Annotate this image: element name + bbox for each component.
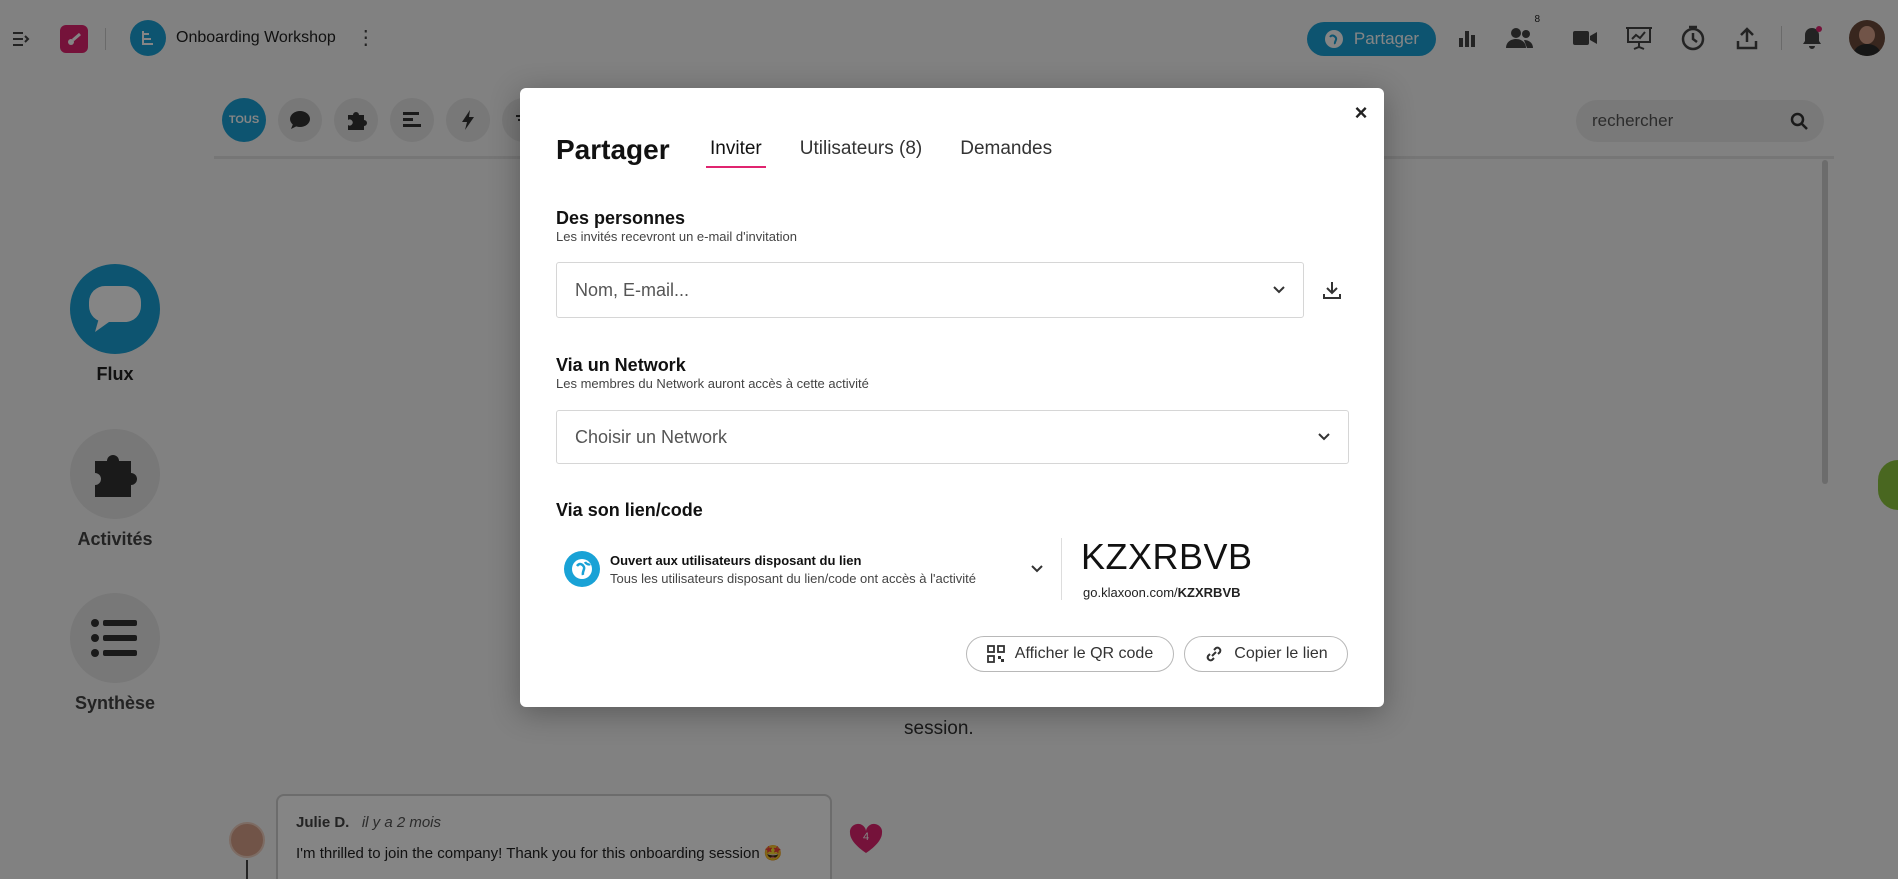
link-access-select[interactable]: Ouvert aux utilisateurs disposant du lie…: [556, 538, 1056, 600]
access-url-code: KZXRBVB: [1177, 585, 1241, 600]
network-select[interactable]: Choisir un Network: [556, 410, 1349, 464]
tab-utilisateurs[interactable]: Utilisateurs (8): [800, 138, 922, 168]
copy-link-label: Copier le lien: [1234, 645, 1328, 662]
people-section-title: Des personnes: [556, 208, 686, 228]
tab-inviter[interactable]: Inviter: [706, 138, 766, 168]
download-icon[interactable]: [1320, 278, 1344, 302]
dialog-tabs: Inviter Utilisateurs (8) Demandes: [706, 138, 1052, 168]
chevron-down-icon[interactable]: [1273, 286, 1285, 294]
show-qr-code-label: Afficher le QR code: [1014, 645, 1154, 662]
show-qr-code-button[interactable]: Afficher le QR code: [966, 636, 1174, 672]
network-section-subtitle: Les membres du Network auront accès à ce…: [556, 376, 869, 391]
people-invite-input[interactable]: Nom, E-mail...: [556, 262, 1304, 318]
chevron-down-icon[interactable]: [1318, 433, 1330, 441]
close-icon[interactable]: ×: [1346, 98, 1376, 128]
access-url: go.klaxoon.com/KZXRBVB: [1083, 585, 1241, 600]
access-url-prefix: go.klaxoon.com/: [1083, 585, 1178, 600]
link-code-divider: [1061, 538, 1062, 600]
network-section-title: Via un Network: [556, 355, 686, 375]
dialog-title: Partager: [556, 134, 670, 165]
link-icon: [1207, 646, 1222, 662]
globe-icon: [564, 551, 600, 587]
chevron-down-icon[interactable]: [1031, 565, 1043, 573]
people-section-subtitle: Les invités recevront un e-mail d'invita…: [556, 229, 797, 244]
qr-code-icon: [986, 645, 1005, 663]
network-select-placeholder: Choisir un Network: [575, 426, 728, 447]
share-dialog: Partager Inviter Utilisateurs (8) Demand…: [520, 88, 1384, 707]
link-access-subtitle: Tous les utilisateurs disposant du lien/…: [610, 570, 976, 586]
people-input-placeholder: Nom, E-mail...: [575, 279, 690, 300]
access-code: KZXRBVB: [1081, 536, 1253, 577]
copy-link-button[interactable]: Copier le lien: [1184, 636, 1348, 672]
link-section-title: Via son lien/code: [556, 500, 703, 520]
link-access-title: Ouvert aux utilisateurs disposant du lie…: [610, 552, 862, 568]
tab-demandes[interactable]: Demandes: [960, 138, 1052, 168]
